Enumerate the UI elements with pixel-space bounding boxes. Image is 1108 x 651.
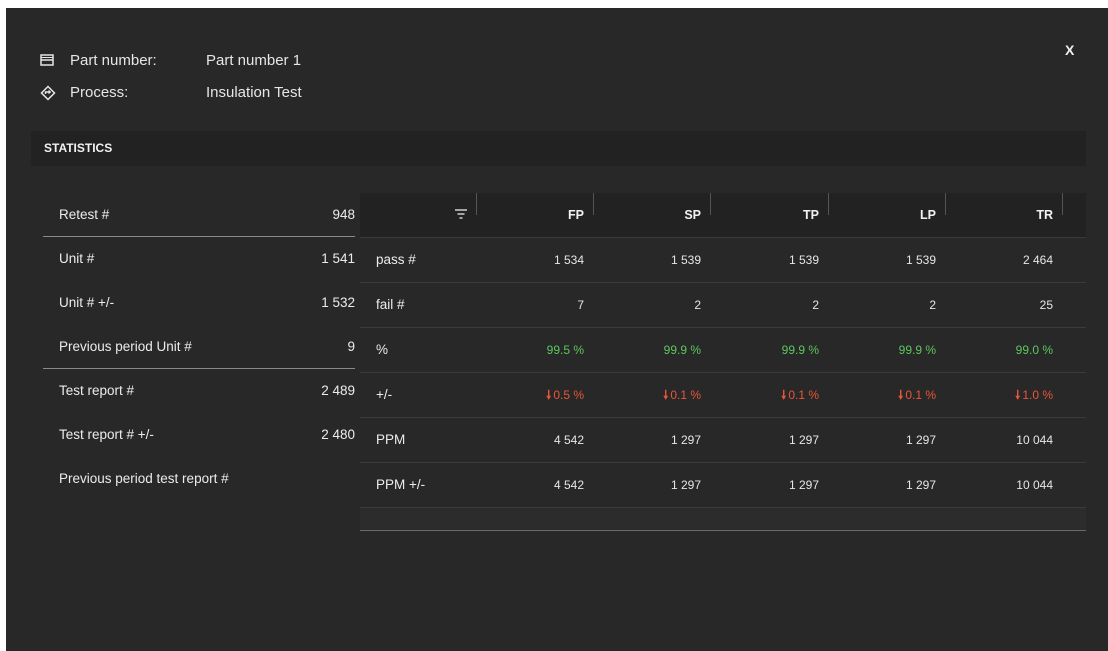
cell-lp: 2 xyxy=(929,298,936,312)
cell-fp: 7 xyxy=(577,298,584,312)
statistics-grid: FP SP TP LP TR pass # 1 534 1 539 1 539 … xyxy=(360,193,1086,531)
grid-row-diff: +/- 🠗 0.5 % 🠗 0.1 % 🠗 0.1 % 🠗 0.1 % 🠗 1.0 % xyxy=(360,373,1086,418)
stat-value: 1 541 xyxy=(321,251,355,266)
grid-row-ppm: PPM 4 542 1 297 1 297 1 297 10 044 xyxy=(360,418,1086,463)
process-row: Process: Insulation Test xyxy=(40,84,302,101)
stat-value: 9 xyxy=(347,339,355,354)
column-divider xyxy=(1062,193,1063,215)
column-header-lp[interactable]: LP xyxy=(829,193,946,237)
stat-label: Unit # xyxy=(59,251,95,266)
stat-label: Test report # xyxy=(59,383,135,398)
part-number-label: Part number: xyxy=(70,52,157,69)
cell-sp: 🠗 0.1 % xyxy=(594,373,711,417)
cell-tr-value: 1.0 % xyxy=(1022,388,1053,402)
cell-sp-value: 0.1 % xyxy=(670,388,701,402)
part-number-row: Part number: Part number 1 xyxy=(40,52,301,69)
grid-footer xyxy=(360,508,1086,531)
cell-fp: 4 542 xyxy=(553,478,584,492)
cell-tr: 99.0 % xyxy=(1015,343,1053,357)
stat-row-unit: Unit # 1 541 xyxy=(43,237,355,281)
process-icon xyxy=(40,84,56,101)
stat-value: 948 xyxy=(332,207,355,222)
arrow-down-icon: 🠗 xyxy=(898,388,904,402)
cell-fp: 4 542 xyxy=(553,433,584,447)
process-label: Process: xyxy=(70,84,129,101)
stat-label: Previous period Unit # xyxy=(59,339,192,354)
cell-tp: 🠗 0.1 % xyxy=(711,373,829,417)
cell-sp: 1 297 xyxy=(670,433,701,447)
stat-value: 2 480 xyxy=(321,427,355,442)
stat-row-retest: Retest # 948 xyxy=(43,193,355,237)
row-label: pass # xyxy=(376,252,416,267)
cell-tp-value: 0.1 % xyxy=(788,388,819,402)
section-title: STATISTICS xyxy=(31,131,1086,166)
cell-lp: 🠗 0.1 % xyxy=(829,373,946,417)
stat-row-unit-diff: Unit # +/- 1 532 xyxy=(43,281,355,325)
cell-sp: 1 297 xyxy=(670,478,701,492)
cell-fp-value: 0.5 % xyxy=(553,388,584,402)
arrow-down-icon: 🠗 xyxy=(1015,388,1021,402)
column-divider xyxy=(476,193,477,215)
process-value: Insulation Test xyxy=(206,84,302,101)
cell-tr: 10 044 xyxy=(1016,478,1053,492)
row-label: % xyxy=(376,342,389,357)
cell-tp: 1 297 xyxy=(788,478,819,492)
stat-value: 1 532 xyxy=(321,295,355,310)
cell-lp-value: 0.1 % xyxy=(905,388,936,402)
arrow-down-icon: 🠗 xyxy=(663,388,669,402)
cell-lp: 99.9 % xyxy=(898,343,936,357)
cell-fp: 1 534 xyxy=(553,253,584,267)
cell-tr: 25 xyxy=(1039,298,1053,312)
cell-lp: 1 297 xyxy=(905,478,936,492)
arrow-down-icon: 🠗 xyxy=(781,388,787,402)
cell-sp: 99.9 % xyxy=(663,343,701,357)
cell-sp: 1 539 xyxy=(670,253,701,267)
cell-tp: 2 xyxy=(812,298,819,312)
grid-header: FP SP TP LP TR xyxy=(360,193,1086,238)
grid-row-pass: pass # 1 534 1 539 1 539 1 539 2 464 xyxy=(360,238,1086,283)
stat-value: 2 489 xyxy=(321,383,355,398)
cell-sp: 2 xyxy=(694,298,701,312)
row-label: +/- xyxy=(376,387,393,402)
statistics-dialog: X Part number: Part number 1 Process: In… xyxy=(6,8,1108,651)
column-header-fp[interactable]: FP xyxy=(478,193,594,237)
cell-tr: 2 464 xyxy=(1022,253,1053,267)
stat-label: Retest # xyxy=(59,207,110,222)
cell-fp: 99.5 % xyxy=(546,343,584,357)
filter-icon[interactable] xyxy=(454,207,470,221)
cell-fp: 🠗 0.5 % xyxy=(478,373,594,417)
close-button[interactable]: X xyxy=(1065,42,1074,58)
cell-tp: 99.9 % xyxy=(781,343,819,357)
cell-tr: 🠗 1.0 % xyxy=(946,373,1063,417)
row-label: PPM +/- xyxy=(376,477,426,492)
cell-lp: 1 297 xyxy=(905,433,936,447)
column-header-sp[interactable]: SP xyxy=(594,193,711,237)
column-header-tr[interactable]: TR xyxy=(946,193,1063,237)
stat-row-prev-test-report: Previous period test report # xyxy=(43,457,355,501)
left-stats-table: Retest # 948 Unit # 1 541 Unit # +/- 1 5… xyxy=(43,193,355,501)
stat-row-test-report-diff: Test report # +/- 2 480 xyxy=(43,413,355,457)
grid-row-fail: fail # 7 2 2 2 25 xyxy=(360,283,1086,328)
cell-tr: 10 044 xyxy=(1016,433,1053,447)
arrow-down-icon: 🠗 xyxy=(546,388,552,402)
grid-row-ppm-diff: PPM +/- 4 542 1 297 1 297 1 297 10 044 xyxy=(360,463,1086,508)
stat-row-test-report: Test report # 2 489 xyxy=(43,369,355,413)
row-label: PPM xyxy=(376,432,406,447)
cell-lp: 1 539 xyxy=(905,253,936,267)
stat-row-prev-unit: Previous period Unit # 9 xyxy=(43,325,355,369)
grid-row-percent: % 99.5 % 99.9 % 99.9 % 99.9 % 99.0 % xyxy=(360,328,1086,373)
cell-tp: 1 539 xyxy=(788,253,819,267)
cell-tp: 1 297 xyxy=(788,433,819,447)
part-number-value: Part number 1 xyxy=(206,52,302,69)
table-icon xyxy=(40,53,56,69)
row-label: fail # xyxy=(376,297,405,312)
stat-label: Test report # +/- xyxy=(59,427,154,442)
stat-label: Previous period test report # xyxy=(59,471,229,486)
stat-label: Unit # +/- xyxy=(59,295,115,310)
column-header-tp[interactable]: TP xyxy=(711,193,829,237)
